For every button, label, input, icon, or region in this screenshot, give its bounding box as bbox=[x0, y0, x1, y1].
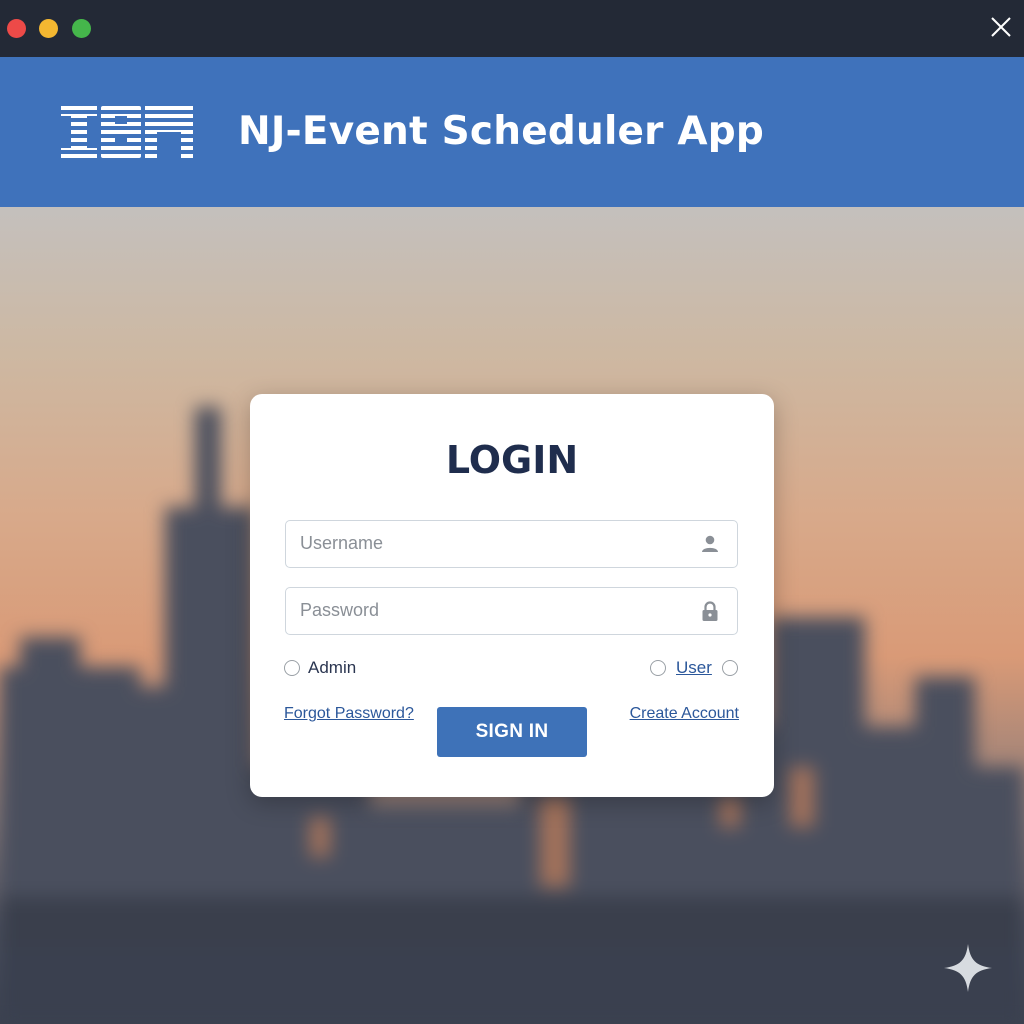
forgot-password-link[interactable]: Forgot Password? bbox=[284, 705, 414, 723]
close-icon[interactable] bbox=[988, 14, 1014, 40]
role-admin-option[interactable]: Admin bbox=[284, 657, 356, 679]
user-icon bbox=[702, 535, 718, 552]
username-input[interactable] bbox=[300, 521, 680, 566]
admin-radio[interactable] bbox=[284, 660, 300, 676]
app-title: NJ-Event Scheduler App bbox=[238, 109, 764, 154]
password-field-container bbox=[285, 587, 738, 635]
login-title: LOGIN bbox=[445, 438, 579, 482]
app-header: NJ-Event Scheduler App bbox=[0, 57, 1024, 207]
sign-in-button[interactable]: SIGN IN bbox=[437, 707, 587, 757]
minimize-dot[interactable] bbox=[39, 19, 58, 38]
password-input[interactable] bbox=[300, 588, 680, 633]
admin-radio-label: Admin bbox=[308, 658, 357, 677]
create-account-link[interactable]: Create Account bbox=[630, 705, 739, 723]
role-user-option[interactable]: User bbox=[650, 657, 738, 679]
sparkle-icon bbox=[944, 944, 992, 992]
user-radio-left[interactable] bbox=[650, 660, 666, 676]
login-card: LOGIN Admin User Forgot Password? SIGN I… bbox=[250, 394, 774, 797]
user-radio-label[interactable]: User bbox=[676, 658, 712, 678]
close-dot[interactable] bbox=[7, 19, 26, 38]
lock-icon bbox=[702, 601, 718, 621]
ibm-logo bbox=[61, 106, 193, 158]
window-titlebar bbox=[0, 0, 1024, 57]
user-radio-right[interactable] bbox=[721, 660, 738, 676]
maximize-dot[interactable] bbox=[72, 19, 91, 38]
username-field-container bbox=[285, 520, 738, 568]
